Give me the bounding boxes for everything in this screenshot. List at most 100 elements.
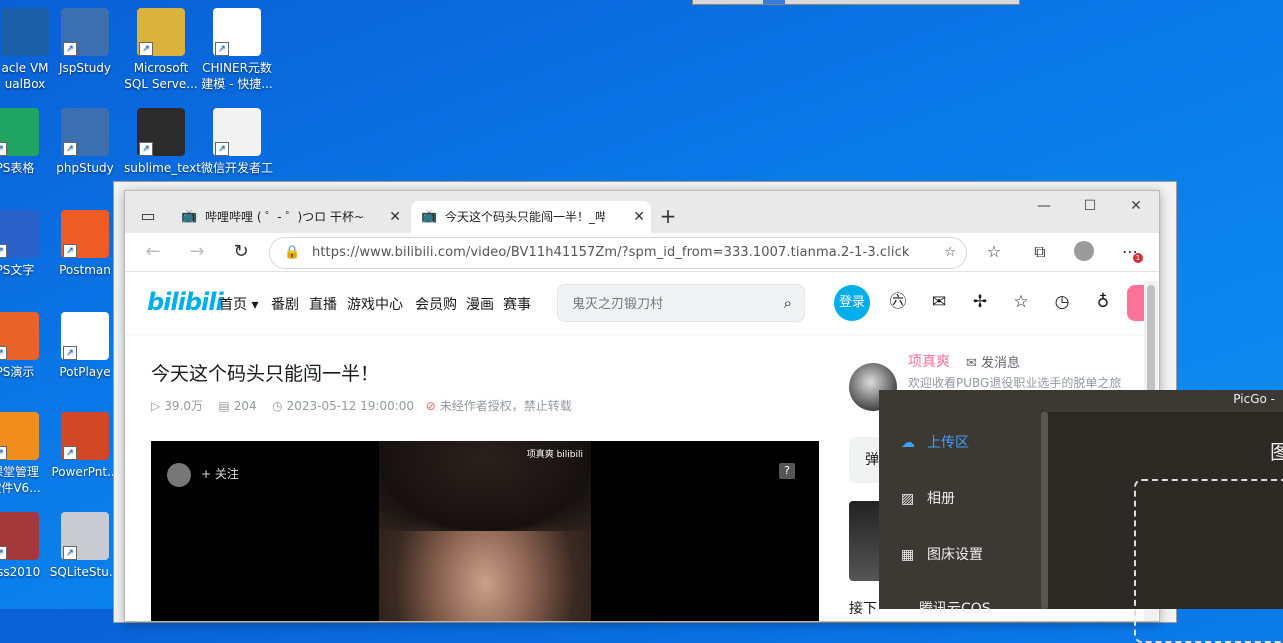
shortcut-arrow-icon: ↗ — [0, 244, 7, 258]
nav-live[interactable]: 直播 — [309, 294, 337, 314]
back-icon[interactable]: ← — [141, 241, 165, 263]
login-button[interactable]: 登录 — [834, 285, 870, 321]
dynamic-icon[interactable]: ✢ — [969, 291, 991, 313]
video-frame: 项真爽 bilibili — [379, 441, 591, 621]
creator-icon[interactable]: ♁ — [1092, 291, 1114, 313]
danmaku-count: 204 — [233, 399, 257, 413]
bilibili-favicon-icon: 📺 — [421, 209, 438, 224]
shortcut-arrow-icon: ↗ — [63, 142, 77, 156]
collections-icon[interactable]: ⧉ — [1029, 241, 1051, 263]
video-watermark: 项真爽 bilibili — [526, 450, 583, 460]
history-icon[interactable]: ◷ — [1051, 291, 1073, 313]
desktop-icon[interactable]: ↗ PS演示 — [0, 312, 52, 380]
refresh-icon[interactable]: ↻ — [229, 241, 253, 263]
taskbar-window-strip[interactable] — [692, 0, 1020, 5]
desktop-icon-label: phpStudy — [56, 161, 114, 175]
desktop-icon[interactable]: ↗ PotPlaye — [48, 312, 122, 380]
desktop-icon[interactable]: ↗ ess2010 — [0, 512, 52, 580]
nav-vip-shop[interactable]: 会员购 — [415, 294, 457, 314]
no-repost-icon: ⊘ — [425, 399, 436, 413]
favorite-icon[interactable]: ☆ — [1010, 291, 1032, 313]
picgo-sidebar: ☁上传区 ▨相册 ▦图床设置⌃ 腾讯云COS — [879, 412, 1047, 617]
nav-home[interactable]: 首页 ▾ — [219, 294, 258, 314]
nav-esports[interactable]: 赛事 — [503, 294, 531, 314]
desktop-icon[interactable]: ↗ sublime_text — [124, 108, 201, 176]
desktop-icon-label: 微信开发者工 — [200, 161, 273, 175]
new-tab-button[interactable]: + — [657, 205, 679, 227]
add-favorite-icon[interactable]: ☆ — [944, 238, 956, 268]
desktop-icon-label: sublime_text — [124, 161, 201, 175]
menu-tencent-cos[interactable]: 腾讯云COS — [919, 598, 991, 618]
bilibili-logo[interactable]: bilibili — [147, 288, 224, 316]
desktop-icon[interactable]: ↗ SQLiteStu... — [48, 512, 122, 580]
profile-avatar-icon[interactable] — [1073, 241, 1095, 263]
nav-bangumi[interactable]: 番剧 — [271, 294, 299, 314]
bilibili-favicon-icon: 📺 — [181, 209, 198, 224]
search-input[interactable] — [570, 285, 764, 323]
shortcut-arrow-icon: ↗ — [139, 42, 153, 56]
follow-button[interactable]: + 关注 — [201, 465, 239, 482]
shortcut-arrow-icon: ↗ — [215, 42, 229, 56]
app-icon: ↗ — [61, 210, 109, 258]
play-count: 39.0万 — [164, 399, 203, 413]
player-avatar[interactable] — [167, 463, 191, 487]
search-icon[interactable]: ⌕ — [784, 294, 792, 312]
desktop-icon-label: PotPlaye — [59, 365, 111, 379]
tab-actions-icon[interactable]: ▭ — [137, 205, 159, 227]
menu-album[interactable]: ▨ 相册 — [901, 488, 955, 508]
desktop-icon[interactable]: ↗ JspStudy — [48, 8, 122, 76]
favorites-icon[interactable]: ☆ — [983, 241, 1005, 263]
clock-icon: ◷ — [272, 399, 283, 413]
shortcut-arrow-icon: ↗ — [63, 244, 77, 258]
nav-manga[interactable]: 漫画 — [466, 294, 494, 314]
image-icon: ▨ — [901, 491, 915, 507]
desktop-icon-label: ess2010 — [0, 565, 41, 579]
shortcut-arrow-icon: ↗ — [63, 346, 77, 360]
desktop-icon[interactable]: ↗ PowerPnt... — [48, 412, 122, 480]
desktop-icon-label: 课堂管理 软件V6... — [0, 465, 41, 495]
close-tab-icon[interactable]: ✕ — [633, 201, 645, 233]
close-tab-icon[interactable]: ✕ — [389, 201, 401, 233]
desktop-icon-label: PS演示 — [0, 365, 35, 379]
minimize-button[interactable]: — — [1021, 191, 1067, 221]
desktop-icon[interactable]: ↗ Postman — [48, 210, 122, 278]
app-icon: ↗ — [0, 108, 39, 156]
desktop-icon-label: PS表格 — [0, 161, 35, 175]
app-icon: ↗ — [61, 412, 109, 460]
tab-bilibili-home[interactable]: 📺 哔哩哔哩 ( ゜- ゜)つロ 干杯~-bilil ✕ — [171, 201, 407, 233]
close-window-button[interactable]: ✕ — [1113, 191, 1159, 221]
tab-video[interactable]: 📺 今天这个码头只能闯一半！_哔哩 ✕ — [411, 201, 651, 233]
maximize-button[interactable]: ☐ — [1067, 191, 1113, 221]
app-icon: ↗ — [61, 312, 109, 360]
more-menu-icon[interactable]: ⋯ 1 — [1119, 241, 1143, 263]
desktop-icon[interactable]: ↗ Microsoft SQL Serve... — [124, 8, 198, 92]
desktop-icon-label: JspStudy — [58, 61, 112, 75]
shortcut-arrow-icon: ↗ — [63, 42, 77, 56]
desktop-icon[interactable]: ↗ PS文字 — [0, 210, 52, 278]
upload-drop-zone[interactable] — [1134, 479, 1283, 643]
desktop-icon[interactable]: ↗ 微信开发者工 — [200, 108, 274, 176]
shortcut-arrow-icon: ↗ — [139, 142, 153, 156]
sidebar-scrollbar[interactable] — [1041, 412, 1048, 609]
shortcut-arrow-icon: ↗ — [0, 142, 7, 156]
app-icon: ↗ — [213, 8, 261, 56]
menu-pic-bed-settings[interactable]: ▦图床设置⌃ — [901, 544, 1047, 564]
menu-upload[interactable]: ☁ 上传区 — [901, 432, 969, 452]
desktop-icon-label: Microsoft SQL Serve... — [124, 61, 198, 91]
uploader-name[interactable]: 项真爽 — [908, 351, 950, 371]
video-player[interactable]: + 关注 项真爽 bilibili ? — [151, 441, 819, 621]
picgo-title: PicGo - — [1233, 392, 1275, 406]
forward-icon[interactable]: → — [185, 241, 209, 263]
desktop-icon[interactable]: ↗ 课堂管理 软件V6... — [0, 412, 52, 496]
help-icon[interactable]: ? — [779, 463, 795, 479]
desktop-icon-label: CHINER元数 建模 - 快捷... — [201, 61, 273, 91]
url-field[interactable]: 🔒 https://www.bilibili.com/video/BV11h41… — [269, 237, 967, 269]
vip-icon[interactable]: ㊅ — [887, 291, 909, 313]
send-message-button[interactable]: ✉ 发消息 — [966, 352, 1020, 371]
desktop-icon[interactable]: ↗ PS表格 — [0, 108, 52, 176]
desktop-icon[interactable]: ↗ phpStudy — [48, 108, 122, 176]
message-icon[interactable]: ✉ — [928, 291, 950, 313]
desktop-icon[interactable]: ↗ CHINER元数 建模 - 快捷... — [200, 8, 274, 92]
nav-game-center[interactable]: 游戏中心 — [347, 294, 403, 314]
desktop-icon-label: PowerPnt... — [51, 465, 119, 479]
